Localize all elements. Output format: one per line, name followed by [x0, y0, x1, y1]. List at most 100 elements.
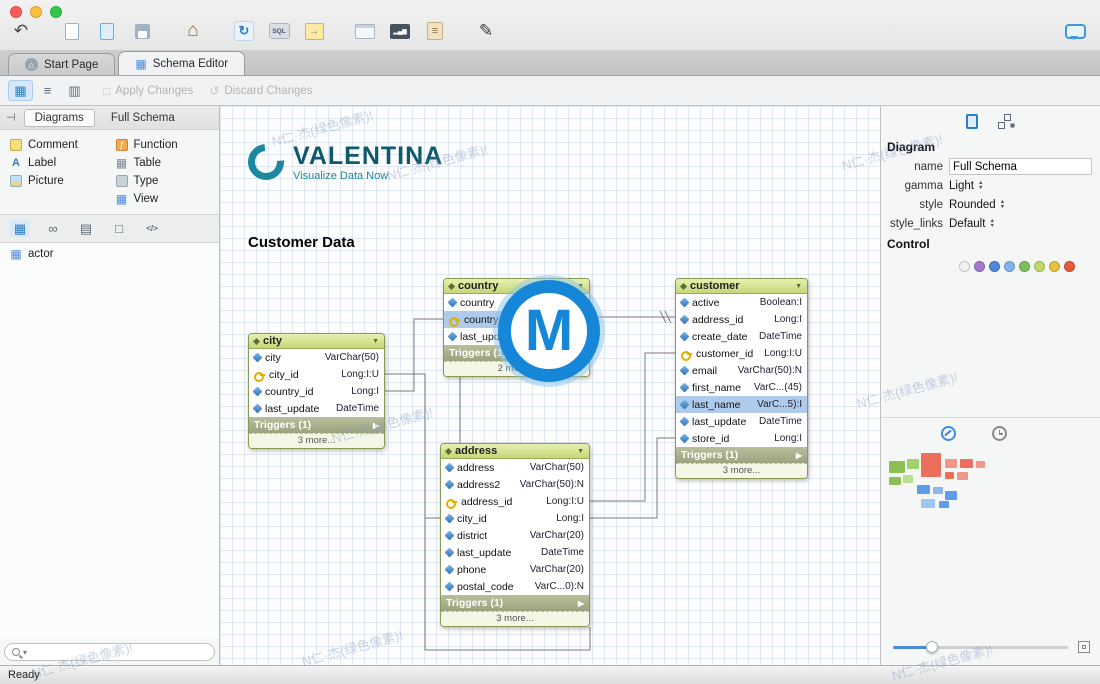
field-row[interactable]: last_updateDateTime [676, 413, 807, 430]
control-color-swatch[interactable] [959, 261, 970, 272]
views-strip-icon[interactable]: ▤ [76, 220, 96, 237]
minimize-window-icon[interactable] [30, 6, 42, 18]
field-row[interactable]: last_updateDateTime [441, 544, 589, 561]
connection-line[interactable] [590, 353, 675, 501]
style-select[interactable]: Rounded ▲▼ [949, 199, 1005, 211]
zoom-slider[interactable] [893, 646, 1068, 649]
connection-line[interactable] [590, 438, 675, 518]
triggers-expand-arrow-icon[interactable]: ▶ [373, 421, 379, 430]
control-color-swatch[interactable] [1034, 261, 1045, 272]
palette-item-function[interactable]: ƒFunction [110, 138, 216, 152]
navigate-icon[interactable] [941, 426, 956, 441]
new-document-icon[interactable] [59, 18, 85, 44]
window-icon[interactable] [352, 18, 378, 44]
gamma-select[interactable]: Light ▲▼ [949, 180, 983, 192]
tab-schema-editor[interactable]: ▦ Schema Editor [118, 51, 245, 75]
field-row[interactable]: store_idLong:I [676, 430, 807, 447]
schema-sync-icon[interactable]: ↻ [231, 18, 257, 44]
feedback-bubble-icon[interactable] [1065, 24, 1086, 39]
zoom-window-icon[interactable] [50, 6, 62, 18]
chart-icon[interactable]: ▂▄▆ [387, 18, 413, 44]
report-icon[interactable]: ≡ [422, 18, 448, 44]
save-icon[interactable] [129, 18, 155, 44]
table-header[interactable]: city▼ [249, 334, 384, 349]
palette-item-view[interactable]: ▦View [110, 192, 216, 206]
palette-item-label[interactable]: ALabel [4, 156, 110, 170]
tab-start-page[interactable]: ⌂ Start Page [8, 53, 115, 75]
field-row[interactable]: districtVarChar(20) [441, 527, 589, 544]
tables-strip-icon[interactable]: ▦ [10, 220, 30, 237]
control-color-swatch[interactable] [1019, 261, 1030, 272]
diagram-canvas[interactable]: VALENTINA Visualize Data Now Customer Da… [220, 106, 880, 665]
schema-structure-icon[interactable] [998, 114, 1015, 129]
undo-icon[interactable]: ↶ [8, 18, 34, 44]
field-row[interactable]: emailVarChar(50):N [676, 362, 807, 379]
control-color-swatch[interactable] [1049, 261, 1060, 272]
field-row[interactable]: create_dateDateTime [676, 328, 807, 345]
close-window-icon[interactable] [10, 6, 22, 18]
palette-item-picture[interactable]: Picture [4, 174, 110, 188]
columns-view-button[interactable]: ▥ [62, 80, 87, 101]
triggers-expand-arrow-icon[interactable]: ▶ [796, 451, 802, 460]
field-row[interactable]: address2VarChar(50):N [441, 476, 589, 493]
control-color-swatch[interactable] [1004, 261, 1015, 272]
control-color-swatch[interactable] [974, 261, 985, 272]
field-row[interactable]: city_idLong:I [441, 510, 589, 527]
control-color-swatch[interactable] [1064, 261, 1075, 272]
pen-icon[interactable]: ✎ [473, 18, 499, 44]
field-row[interactable]: activeBoolean:I [676, 294, 807, 311]
field-row[interactable]: cityVarChar(50) [249, 349, 384, 366]
left-tab-diagrams[interactable]: Diagrams [24, 109, 95, 127]
apply-changes-button[interactable]: □ Apply Changes [103, 84, 193, 98]
triggers-row[interactable]: Triggers (1)▶ [441, 595, 589, 611]
zoom-slider-handle[interactable] [926, 641, 938, 653]
table-menu-arrow-icon[interactable]: ▼ [795, 283, 802, 290]
field-row[interactable]: address_idLong:I [676, 311, 807, 328]
tree-item-actor[interactable]: ▦actor [0, 246, 219, 262]
fit-to-window-icon[interactable] [1078, 641, 1090, 653]
style-links-select[interactable]: Default ▲▼ [949, 218, 995, 230]
sql-database-icon[interactable]: SQL [266, 18, 292, 44]
code-strip-icon[interactable]: </> [142, 220, 162, 237]
field-row[interactable]: last_nameVarC...5):I [676, 396, 807, 413]
export-icon[interactable]: → [301, 18, 327, 44]
discard-changes-button[interactable]: ↺ Discard Changes [209, 84, 312, 98]
panel-collapse-icon[interactable]: ⊣ [6, 111, 16, 124]
field-row[interactable]: address_idLong:I:U [441, 493, 589, 510]
home-icon[interactable]: ⌂ [180, 18, 206, 44]
diagram-view-button[interactable]: ▦ [8, 80, 33, 101]
list-view-button[interactable]: ≡ [35, 80, 60, 101]
search-box[interactable]: ▾ [4, 643, 215, 661]
field-row[interactable]: first_nameVarC...(45) [676, 379, 807, 396]
links-strip-icon[interactable]: ∞ [43, 220, 63, 237]
palette-item-type[interactable]: Type [110, 174, 216, 188]
diagram-doc-icon[interactable] [966, 114, 978, 129]
palette-item-comment[interactable]: Comment [4, 138, 110, 152]
palette-item-table[interactable]: ▦Table [110, 156, 216, 170]
connection-line[interactable] [385, 374, 440, 518]
triggers-expand-arrow-icon[interactable]: ▶ [578, 599, 584, 608]
search-options-caret-icon[interactable]: ▾ [23, 648, 27, 657]
more-row[interactable]: 3 more... [249, 433, 384, 448]
control-color-swatch[interactable] [989, 261, 1000, 272]
table-header[interactable]: customer▼ [676, 279, 807, 294]
open-document-icon[interactable] [94, 18, 120, 44]
table-menu-arrow-icon[interactable]: ▼ [372, 338, 379, 345]
field-row[interactable]: last_updateDateTime [249, 400, 384, 417]
field-row[interactable]: addressVarChar(50) [441, 459, 589, 476]
field-row[interactable]: phoneVarChar(20) [441, 561, 589, 578]
diagram-name-input[interactable] [949, 158, 1092, 175]
connection-line[interactable] [385, 319, 443, 391]
left-tab-full-schema[interactable]: Full Schema [103, 110, 183, 126]
windows-strip-icon[interactable]: □ [109, 220, 129, 237]
table-node-address[interactable]: address▼addressVarChar(50)address2VarCha… [440, 443, 590, 627]
history-icon[interactable] [992, 426, 1007, 441]
triggers-row[interactable]: Triggers (1)▶ [676, 447, 807, 463]
triggers-row[interactable]: Triggers (1)▶ [249, 417, 384, 433]
field-row[interactable]: country_idLong:I [249, 383, 384, 400]
field-row[interactable]: city_idLong:I:U [249, 366, 384, 383]
table-menu-arrow-icon[interactable]: ▼ [577, 448, 584, 455]
table-header[interactable]: address▼ [441, 444, 589, 459]
table-node-customer[interactable]: customer▼activeBoolean:Iaddress_idLong:I… [675, 278, 808, 479]
field-row[interactable]: postal_codeVarC...0):N [441, 578, 589, 595]
